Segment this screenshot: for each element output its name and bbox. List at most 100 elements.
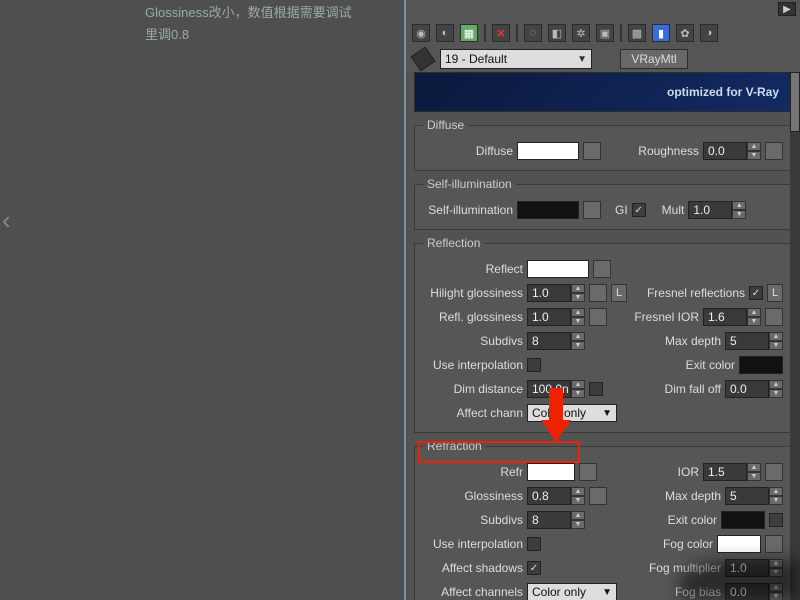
scrollbar-thumb[interactable]	[790, 72, 800, 132]
fog-bias-spinner[interactable]: 0.0▲▼	[725, 583, 783, 600]
refract-maxdepth-label: Max depth	[665, 489, 721, 503]
fog-mult-spinner[interactable]: 1.0▲▼	[725, 559, 783, 577]
refl-gloss-map-button[interactable]	[589, 308, 607, 326]
reset-icon[interactable]: ◧	[548, 24, 566, 42]
refract-exitcolor-swatch[interactable]	[721, 511, 765, 529]
go-parent-icon[interactable]: ✿	[676, 24, 694, 42]
refract-map-button[interactable]	[579, 463, 597, 481]
put-icon[interactable]: ✲	[572, 24, 590, 42]
fog-color-swatch[interactable]	[717, 535, 761, 553]
toolbar-expand-button[interactable]: ▶	[778, 2, 796, 16]
dim-distance-checkbox[interactable]	[589, 382, 603, 396]
refract-exitcolor-label: Exit color	[668, 513, 717, 527]
refract-affect-label: Affect channels	[423, 585, 523, 599]
background-icon[interactable]: ▦	[460, 24, 478, 42]
sample-type-icon[interactable]: ◉	[412, 24, 430, 42]
pick-material-icon[interactable]	[410, 46, 435, 71]
reflect-useinterp-label: Use interpolation	[423, 358, 523, 372]
refl-gloss-spinner[interactable]: 1.0▲▼	[527, 308, 585, 326]
gi-label: GI	[615, 203, 628, 217]
refract-color-swatch[interactable]	[527, 463, 575, 481]
refract-ior-label: IOR	[678, 465, 699, 479]
selfillum-legend: Self-illumination	[423, 177, 516, 191]
fresnel-checkbox[interactable]	[749, 286, 763, 300]
mult-spinner[interactable]: 1.0▲▼	[688, 201, 746, 219]
rollout-scroll-area: optimized for V-Ray Diffuse Diffuse Roug…	[406, 72, 800, 600]
dim-falloff-spinner[interactable]: 0.0▲▼	[725, 380, 783, 398]
selfillum-rollout: Self-illumination Self-illumination GI M…	[414, 177, 792, 230]
diffuse-color-swatch[interactable]	[517, 142, 579, 160]
refraction-rollout: Refraction Refr IOR 1.5▲▼ Glossiness 0.8…	[414, 439, 792, 600]
dim-distance-label: Dim distance	[423, 382, 523, 396]
reflection-rollout: Reflection Reflect Hilight glossiness 1.…	[414, 236, 792, 433]
roughness-spinner[interactable]: 0.0▲▼	[703, 142, 761, 160]
vertical-scrollbar[interactable]	[790, 72, 800, 600]
material-name: 19 - Default	[445, 52, 507, 66]
fog-bias-label: Fog bias	[675, 585, 721, 599]
dim-distance-spinner[interactable]: 100.0n▲▼	[527, 380, 585, 398]
reflection-legend: Reflection	[423, 236, 484, 250]
fresnel-ior-label: Fresnel IOR	[634, 310, 699, 324]
fog-color-map-button[interactable]	[765, 535, 783, 553]
fog-mult-label: Fog multiplier	[649, 561, 721, 575]
reflect-affect-label: Affect chann	[423, 406, 523, 420]
assign-icon[interactable]: ◌	[524, 24, 542, 42]
reflect-map-button[interactable]	[593, 260, 611, 278]
reflect-maxdepth-spinner[interactable]: 5▲▼	[725, 332, 783, 350]
reflect-subdivs-label: Subdivs	[423, 334, 523, 348]
sample-uv-icon[interactable]: ▣	[596, 24, 614, 42]
refract-gloss-label: Glossiness	[423, 489, 523, 503]
refl-gloss-label: Refl. glossiness	[423, 310, 523, 324]
show-map-icon[interactable]: ▩	[628, 24, 646, 42]
diffuse-map-button[interactable]	[583, 142, 601, 160]
reflect-affect-dropdown[interactable]: Color only▼	[527, 404, 617, 422]
backlight-icon[interactable]: ◐	[436, 24, 454, 42]
toolbar-top: ▶	[406, 0, 800, 20]
reflect-label: Reflect	[423, 262, 523, 276]
refract-exitcolor-checkbox[interactable]	[769, 513, 783, 527]
material-type-button[interactable]: VRayMtl	[620, 49, 688, 69]
selfillum-map-button[interactable]	[583, 201, 601, 219]
fresnel-ior-map-button[interactable]	[765, 308, 783, 326]
reflect-color-swatch[interactable]	[527, 260, 589, 278]
hilight-gloss-spinner[interactable]: 1.0▲▼	[527, 284, 585, 302]
refract-affect-dropdown[interactable]: Color only▼	[527, 583, 617, 600]
article-text: 里调0.8	[145, 24, 189, 43]
vray-banner-text: optimized for V-Ray	[667, 85, 779, 99]
refract-useinterp-checkbox[interactable]	[527, 537, 541, 551]
hilight-gloss-label: Hilight glossiness	[423, 286, 523, 300]
material-select-row: 19 - Default ▼ VRayMtl	[406, 46, 800, 72]
material-name-dropdown[interactable]: 19 - Default ▼	[440, 49, 592, 69]
refract-subdivs-spinner[interactable]: 8▲▼	[527, 511, 585, 529]
prev-image-button[interactable]: ‹	[2, 205, 11, 236]
refract-ior-spinner[interactable]: 1.5▲▼	[703, 463, 761, 481]
hilight-gloss-map-button[interactable]	[589, 284, 607, 302]
delete-icon[interactable]: ✕	[492, 24, 510, 42]
selfillum-color-swatch[interactable]	[517, 201, 579, 219]
roughness-label: Roughness	[638, 144, 699, 158]
refract-maxdepth-spinner[interactable]: 5▲▼	[725, 487, 783, 505]
material-toolbar: ◉ ◐ ▦ ✕ ◌ ◧ ✲ ▣ ▩ ▮ ✿ ◑	[406, 20, 800, 46]
fresnel-ior-spinner[interactable]: 1.6▲▼	[703, 308, 761, 326]
reflect-exitcolor-swatch[interactable]	[739, 356, 783, 374]
diffuse-legend: Diffuse	[423, 118, 468, 132]
roughness-map-button[interactable]	[765, 142, 783, 160]
go-forward-icon[interactable]: ◑	[700, 24, 718, 42]
material-editor-panel: ▶ ◉ ◐ ▦ ✕ ◌ ◧ ✲ ▣ ▩ ▮ ✿ ◑ 19 - Default ▼…	[404, 0, 800, 600]
article-text: Glossiness改小，数值根据需要调试	[145, 2, 352, 21]
show-end-result-icon[interactable]: ▮	[652, 24, 670, 42]
affect-shadows-label: Affect shadows	[423, 561, 523, 575]
affect-shadows-checkbox[interactable]	[527, 561, 541, 575]
reflect-exitcolor-label: Exit color	[686, 358, 735, 372]
reflect-useinterp-checkbox[interactable]	[527, 358, 541, 372]
lock-hilight-button[interactable]: L	[611, 284, 627, 302]
refract-ior-map-button[interactable]	[765, 463, 783, 481]
dim-falloff-label: Dim fall off	[665, 382, 721, 396]
vray-banner: optimized for V-Ray	[414, 72, 792, 112]
gi-checkbox[interactable]	[632, 203, 646, 217]
reflect-subdivs-spinner[interactable]: 8▲▼	[527, 332, 585, 350]
refract-gloss-map-button[interactable]	[589, 487, 607, 505]
refract-gloss-spinner[interactable]: 0.8▲▼	[527, 487, 585, 505]
lock-fresnel-button[interactable]: L	[767, 284, 783, 302]
diffuse-label: Diffuse	[423, 144, 513, 158]
